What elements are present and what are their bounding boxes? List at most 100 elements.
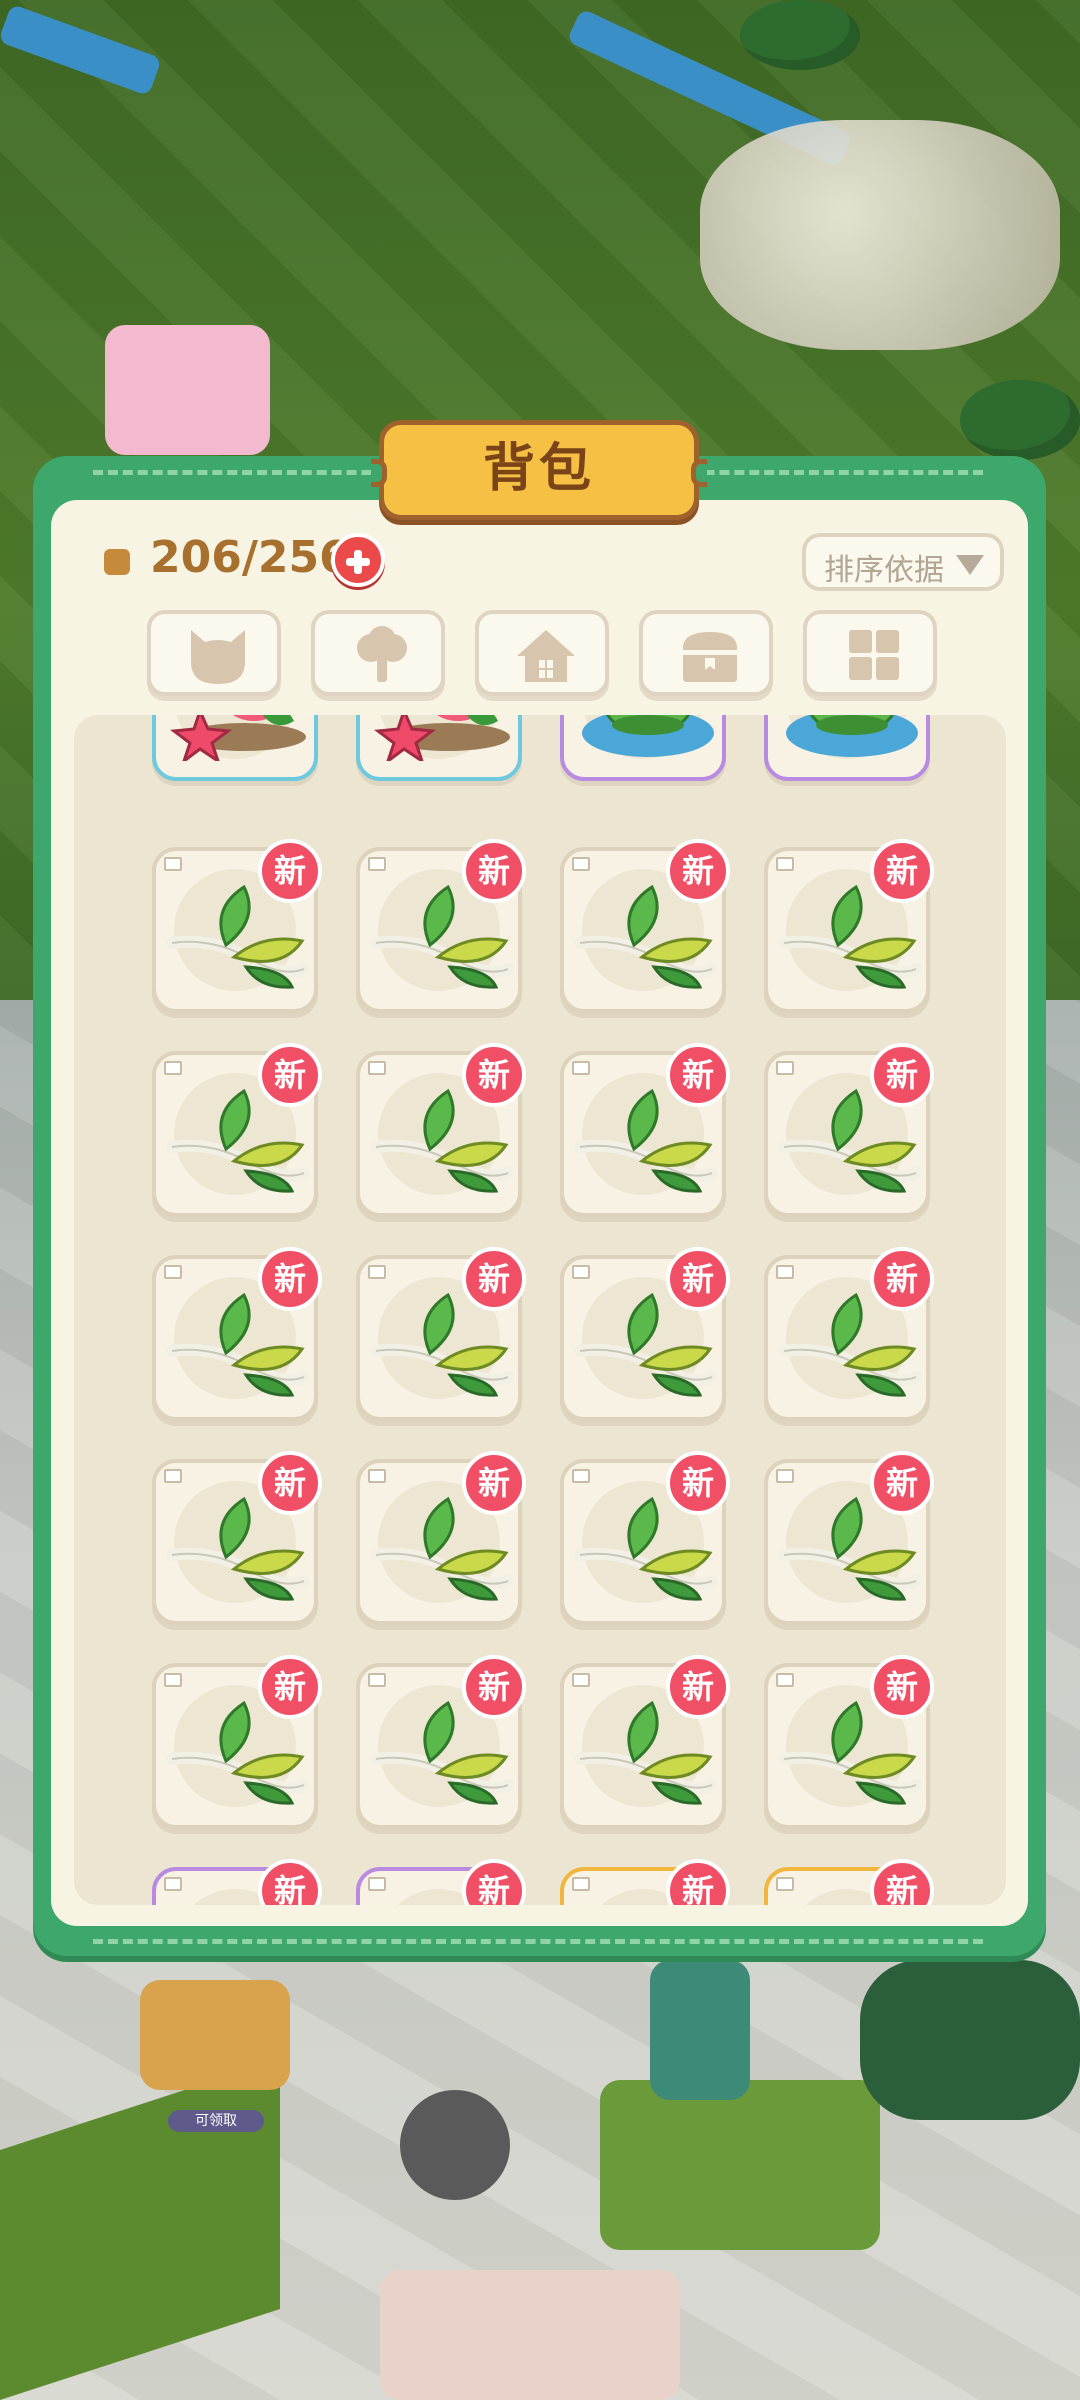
leaf-branch-item-slot[interactable]: 新 (356, 1655, 526, 1829)
item-tag-icon (164, 1877, 182, 1891)
new-badge: 新 (258, 1655, 322, 1719)
leaf-branch-item-slot[interactable]: 新 (356, 1451, 526, 1625)
unknown-item-item-slot[interactable]: 新 (152, 1859, 322, 1905)
new-badge: 新 (258, 1247, 322, 1311)
new-badge: 新 (870, 1451, 934, 1515)
claim-label[interactable]: 可领取 (168, 2110, 264, 2132)
leaf-branch-item-slot[interactable]: 新 (764, 1247, 934, 1421)
chest-icon (683, 632, 737, 682)
tab-chest[interactable] (639, 610, 773, 696)
tree-island-icon (572, 715, 722, 765)
new-badge: 新 (870, 1247, 934, 1311)
new-badge: 新 (666, 1451, 730, 1515)
unknown-item-item-slot[interactable]: 新 (560, 1859, 730, 1905)
expand-capacity-button[interactable] (331, 533, 385, 587)
pink-gift-box (105, 325, 270, 455)
leaf-branch-item-slot[interactable]: 新 (560, 1043, 730, 1217)
bush (960, 380, 1080, 460)
item-tag-icon (164, 1673, 182, 1687)
leaf-branch-item-slot[interactable]: 新 (152, 839, 322, 1013)
sort-dropdown[interactable]: 排序依据 (802, 533, 1004, 591)
capacity-icon (104, 549, 130, 575)
item-tag-icon (776, 857, 794, 871)
new-badge: 新 (462, 839, 526, 903)
strawberry-decoration-icon (368, 715, 518, 766)
new-badge: 新 (870, 839, 934, 903)
leaf-branch-item-slot[interactable]: 新 (152, 1655, 322, 1829)
item-tag-icon (572, 1877, 590, 1891)
tab-plant[interactable] (311, 610, 445, 696)
new-badge: 新 (666, 839, 730, 903)
item-tag-icon (368, 1061, 386, 1075)
new-badge: 新 (462, 1247, 526, 1311)
sort-label: 排序依据 (824, 553, 944, 588)
new-badge: 新 (462, 1655, 526, 1719)
leaf-branch-item-slot[interactable]: 新 (152, 1247, 322, 1421)
new-badge: 新 (258, 1451, 322, 1515)
strawberry-decoration-item-slot[interactable] (152, 715, 318, 781)
strawberry-decoration-item-slot[interactable] (356, 715, 522, 781)
leaf-branch-item-slot[interactable]: 新 (764, 839, 934, 1013)
house-icon (517, 630, 575, 682)
item-tag-icon (368, 1877, 386, 1891)
leaf-branch-item-slot[interactable]: 新 (764, 1043, 934, 1217)
new-badge: 新 (258, 1043, 322, 1107)
chevron-down-icon (956, 555, 984, 575)
new-badge: 新 (258, 839, 322, 903)
new-badge: 新 (258, 1859, 322, 1905)
strawberry-decoration-icon (164, 715, 314, 766)
item-tag-icon (164, 1061, 182, 1075)
tab-pet[interactable] (147, 610, 281, 696)
leaf-branch-item-slot[interactable]: 新 (152, 1043, 322, 1217)
new-badge: 新 (666, 1655, 730, 1719)
grid-icon (849, 630, 899, 680)
tab-building[interactable] (475, 610, 609, 696)
cat-icon (191, 630, 245, 684)
bakery-stall (380, 2270, 680, 2400)
item-tag-icon (368, 1469, 386, 1483)
tab-all[interactable] (803, 610, 937, 696)
trees (860, 1960, 1080, 2120)
movie-projector (400, 2090, 510, 2200)
leaf-branch-item-slot[interactable]: 新 (764, 1655, 934, 1829)
leaf-branch-item-slot[interactable]: 新 (152, 1451, 322, 1625)
leaf-branch-item-slot[interactable]: 新 (560, 839, 730, 1013)
new-badge: 新 (870, 1859, 934, 1905)
new-badge: 新 (462, 1451, 526, 1515)
leaf-branch-item-slot[interactable]: 新 (356, 1043, 526, 1217)
new-badge: 新 (870, 1043, 934, 1107)
unknown-item-item-slot[interactable]: 新 (356, 1859, 526, 1905)
item-tag-icon (368, 1265, 386, 1279)
panel-title: 背包 (482, 439, 595, 499)
leaf-branch-item-slot[interactable]: 新 (356, 1247, 526, 1421)
item-tag-icon (572, 857, 590, 871)
leaf-branch-item-slot[interactable]: 新 (560, 1655, 730, 1829)
leaf-branch-item-slot[interactable]: 新 (560, 1451, 730, 1625)
flower-beds (600, 2080, 880, 2250)
item-tag-icon (776, 1469, 794, 1483)
tree-island-item-slot[interactable] (764, 715, 930, 781)
item-tag-icon (368, 1673, 386, 1687)
item-tag-icon (572, 1061, 590, 1075)
panel-border-decoration (93, 1939, 983, 1944)
leaf-branch-item-slot[interactable]: 新 (764, 1451, 934, 1625)
bush (740, 0, 860, 70)
leaf-branch-item-slot[interactable]: 新 (356, 839, 526, 1013)
item-grid[interactable]: 新新新新新新新新新新新新新新新新新新新新新新新新 (74, 715, 1006, 1905)
leaf-branch-item-slot[interactable]: 新 (560, 1247, 730, 1421)
item-tag-icon (776, 1061, 794, 1075)
new-badge: 新 (870, 1655, 934, 1719)
new-badge: 新 (462, 1043, 526, 1107)
shop-building (650, 1960, 750, 2100)
tree-icon (357, 626, 407, 682)
unknown-item-item-slot[interactable]: 新 (764, 1859, 934, 1905)
gift-stall (140, 1980, 290, 2090)
item-tag-icon (776, 1673, 794, 1687)
item-tag-icon (572, 1265, 590, 1279)
item-tag-icon (164, 1469, 182, 1483)
item-tag-icon (776, 1877, 794, 1891)
item-tag-icon (164, 1265, 182, 1279)
tree-island-item-slot[interactable] (560, 715, 726, 781)
item-tag-icon (368, 857, 386, 871)
new-badge: 新 (666, 1859, 730, 1905)
